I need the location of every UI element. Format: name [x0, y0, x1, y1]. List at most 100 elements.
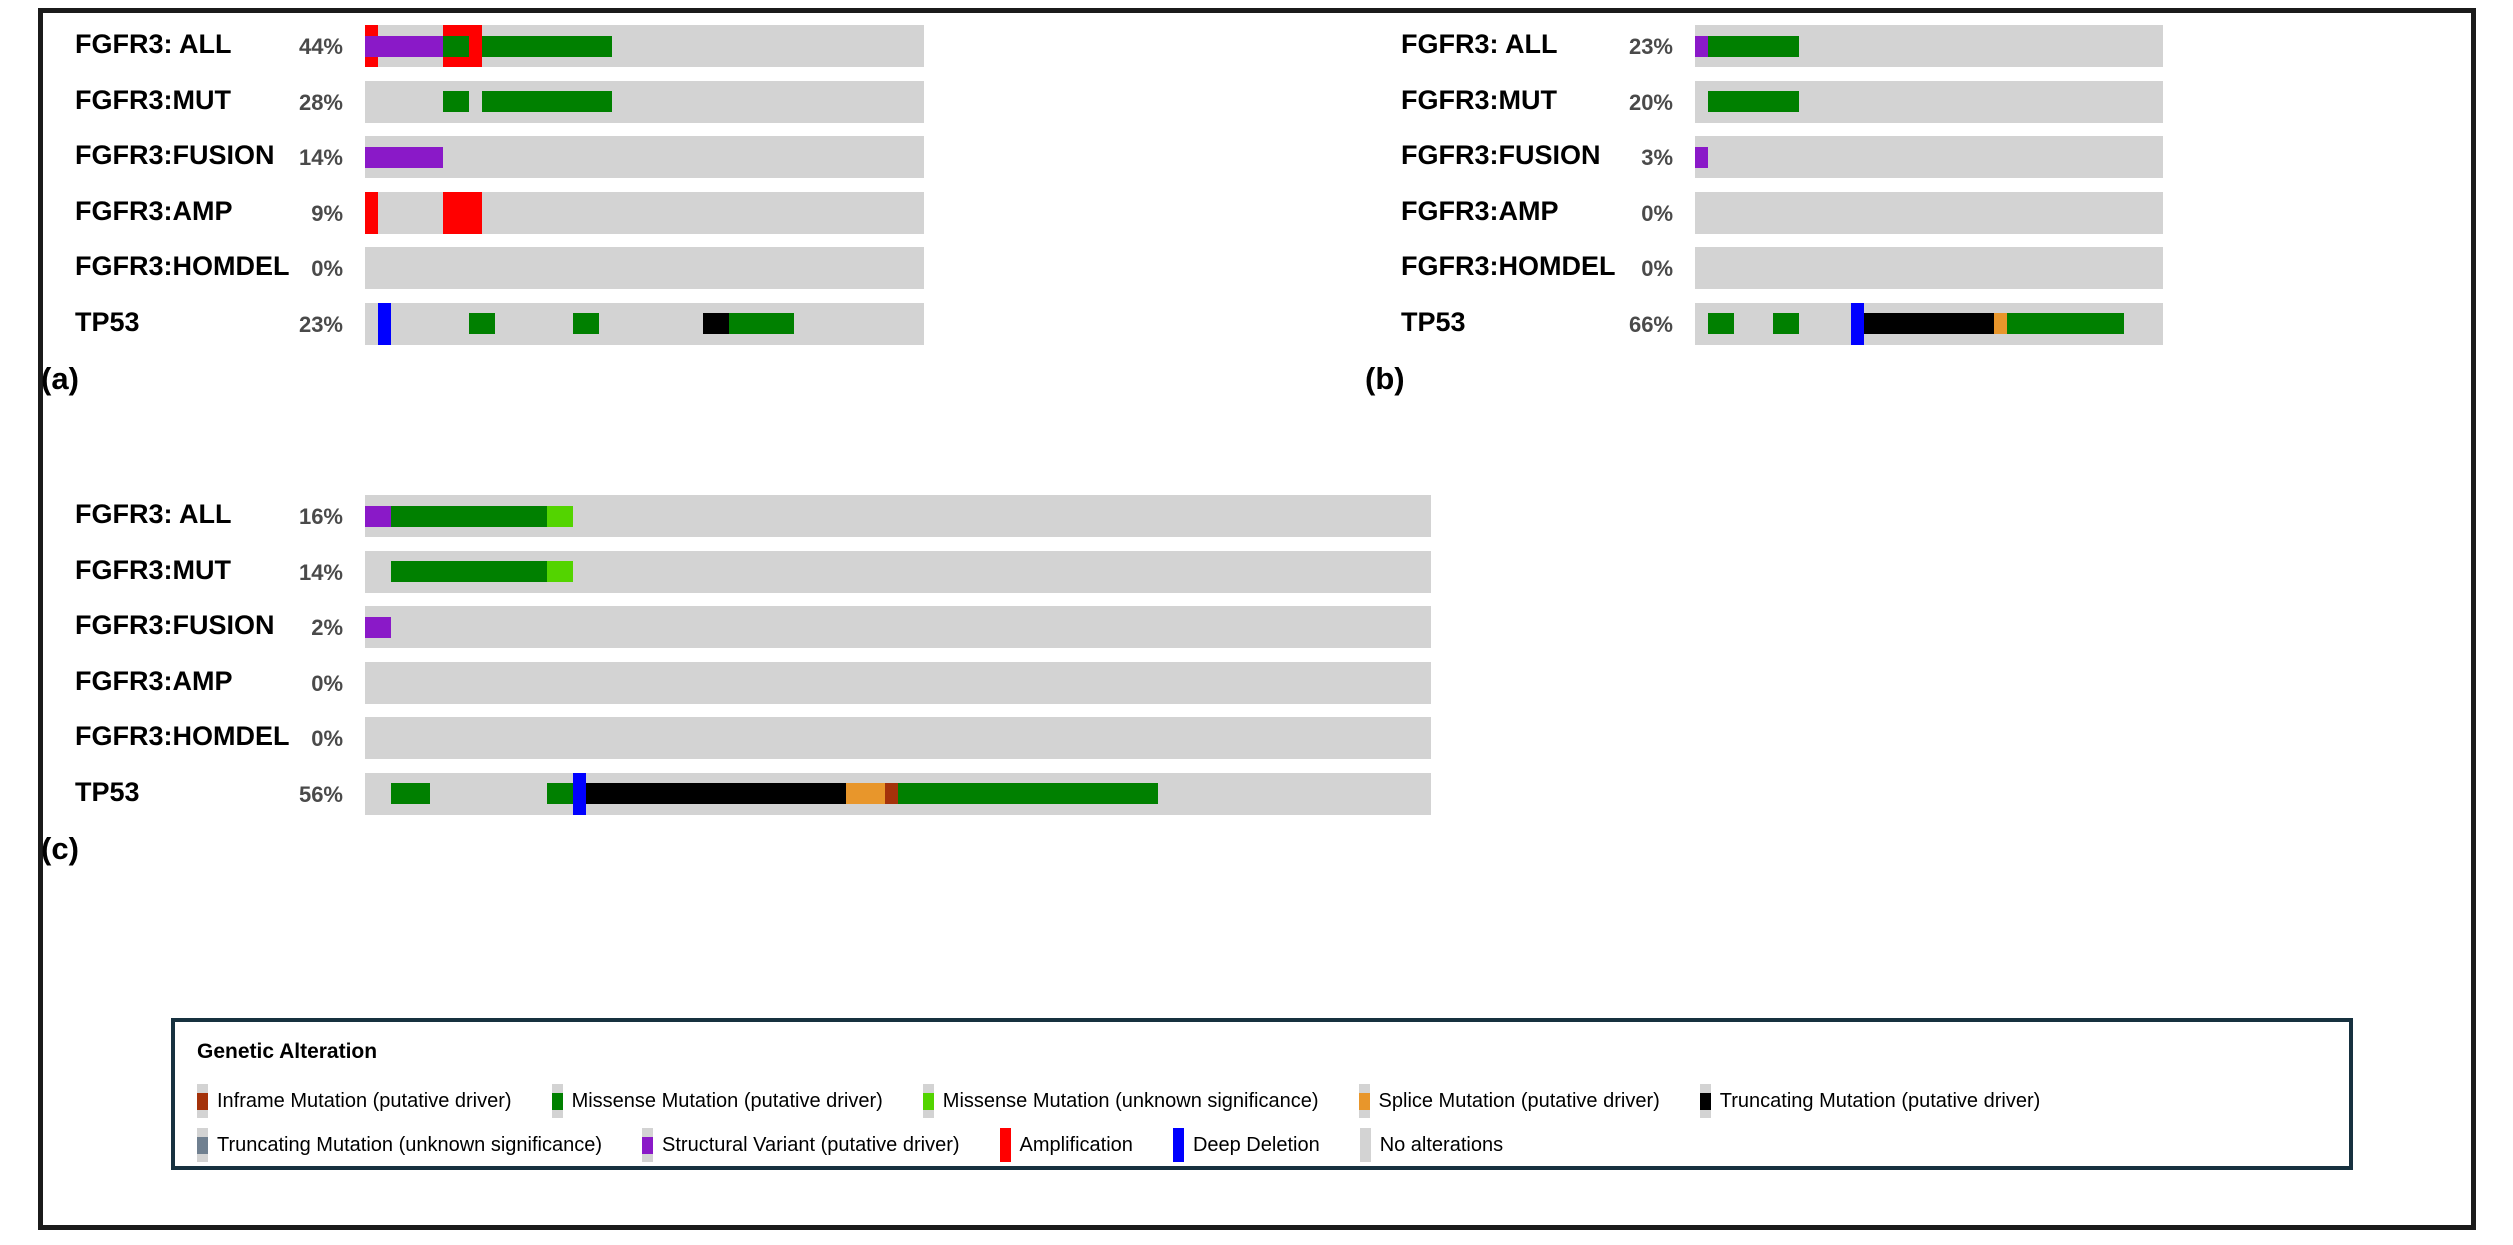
oncoprint-cell[interactable] [1418, 495, 1431, 537]
oncoprint-cell[interactable] [417, 247, 430, 289]
oncoprint-cell[interactable] [1864, 247, 1877, 289]
oncoprint-cell[interactable] [1249, 606, 1262, 648]
oncoprint-cell[interactable] [417, 302, 430, 345]
oncoprint-cell[interactable] [1955, 136, 1968, 178]
oncoprint-cell[interactable] [872, 717, 885, 759]
oncoprint-cell[interactable] [2020, 80, 2033, 123]
oncoprint-cell[interactable] [1353, 772, 1366, 815]
oncoprint-cell[interactable] [1994, 136, 2007, 178]
oncoprint-cell[interactable] [846, 717, 859, 759]
oncoprint-cell[interactable] [2007, 302, 2020, 345]
oncoprint-cell[interactable] [1028, 606, 1041, 648]
oncoprint-cell[interactable] [625, 191, 638, 234]
oncoprint-cell[interactable] [716, 136, 729, 178]
oncoprint-cell[interactable] [885, 550, 898, 593]
oncoprint-cell[interactable] [716, 191, 729, 234]
oncoprint-cell[interactable] [1015, 550, 1028, 593]
oncoprint-cell[interactable] [2098, 302, 2111, 345]
oncoprint-cell[interactable] [976, 772, 989, 815]
oncoprint-cell[interactable] [781, 717, 794, 759]
oncoprint-cell[interactable] [443, 191, 456, 234]
oncoprint-cell[interactable] [690, 717, 703, 759]
oncoprint-cell[interactable] [508, 495, 521, 537]
oncoprint-cell[interactable] [781, 495, 794, 537]
oncoprint-cell[interactable] [1132, 772, 1145, 815]
oncoprint-cell[interactable] [547, 495, 560, 537]
oncoprint-cell[interactable] [443, 661, 456, 704]
oncoprint-cell[interactable] [2007, 191, 2020, 234]
oncoprint-cell[interactable] [1851, 302, 1864, 345]
oncoprint-cell[interactable] [378, 717, 391, 759]
legend-item[interactable]: Truncating Mutation (putative driver) [1699, 1084, 2040, 1118]
oncoprint-cell[interactable] [794, 247, 807, 289]
oncoprint-cell[interactable] [1314, 661, 1327, 704]
oncoprint-cell[interactable] [1799, 191, 1812, 234]
oncoprint-cell[interactable] [898, 661, 911, 704]
oncoprint-cell[interactable] [742, 247, 755, 289]
oncoprint-cell[interactable] [794, 606, 807, 648]
oncoprint-cell[interactable] [521, 606, 534, 648]
oncoprint-cell[interactable] [2111, 136, 2124, 178]
oncoprint-cell[interactable] [716, 550, 729, 593]
oncoprint-cell[interactable] [469, 717, 482, 759]
oncoprint-cell[interactable] [820, 550, 833, 593]
oncoprint-cell[interactable] [755, 495, 768, 537]
oncoprint-cell[interactable] [1929, 136, 1942, 178]
oncoprint-cell[interactable] [703, 661, 716, 704]
oncoprint-cell[interactable] [846, 550, 859, 593]
oncoprint-cell[interactable] [1786, 80, 1799, 123]
oncoprint-cell[interactable] [508, 772, 521, 815]
oncoprint-cell[interactable] [638, 717, 651, 759]
oncoprint-cell[interactable] [1981, 136, 1994, 178]
oncoprint-cell[interactable] [755, 661, 768, 704]
oncoprint-cell[interactable] [599, 302, 612, 345]
oncoprint-cell[interactable] [2137, 191, 2150, 234]
oncoprint-cell[interactable] [1812, 25, 1825, 67]
oncoprint-cell[interactable] [820, 136, 833, 178]
oncoprint-cell[interactable] [820, 302, 833, 345]
oncoprint-cell[interactable] [2098, 136, 2111, 178]
oncoprint-cell[interactable] [898, 80, 911, 123]
oncoprint-cell[interactable] [638, 606, 651, 648]
oncoprint-cell[interactable] [911, 302, 924, 345]
oncoprint-cell[interactable] [1851, 191, 1864, 234]
oncoprint-cell[interactable] [2111, 247, 2124, 289]
oncoprint-cell[interactable] [456, 495, 469, 537]
oncoprint-cell[interactable] [1695, 191, 1708, 234]
oncoprint-cell[interactable] [469, 302, 482, 345]
oncoprint-cell[interactable] [417, 661, 430, 704]
oncoprint-cell[interactable] [1106, 717, 1119, 759]
oncoprint-cell[interactable] [1080, 495, 1093, 537]
oncoprint-cell[interactable] [2085, 247, 2098, 289]
oncoprint-cell[interactable] [638, 136, 651, 178]
oncoprint-cell[interactable] [1695, 302, 1708, 345]
oncoprint-cell[interactable] [1041, 717, 1054, 759]
oncoprint-cell[interactable] [1851, 247, 1864, 289]
oncoprint-cell[interactable] [1301, 550, 1314, 593]
oncoprint-cell[interactable] [1210, 550, 1223, 593]
oncoprint-cell[interactable] [846, 191, 859, 234]
oncoprint-cell[interactable] [547, 550, 560, 593]
oncoprint-cell[interactable] [1955, 247, 1968, 289]
oncoprint-cell[interactable] [1379, 717, 1392, 759]
oncoprint-cell[interactable] [1236, 495, 1249, 537]
oncoprint-cell[interactable] [404, 247, 417, 289]
oncoprint-cell[interactable] [885, 661, 898, 704]
oncoprint-cell[interactable] [2150, 247, 2163, 289]
oncoprint-cell[interactable] [560, 550, 573, 593]
oncoprint-cell[interactable] [404, 302, 417, 345]
oncoprint-cell[interactable] [794, 550, 807, 593]
oncoprint-cell[interactable] [443, 247, 456, 289]
oncoprint-cell[interactable] [1327, 606, 1340, 648]
oncoprint-cell[interactable] [625, 247, 638, 289]
oncoprint-cell[interactable] [807, 80, 820, 123]
oncoprint-cell[interactable] [677, 772, 690, 815]
oncoprint-cell[interactable] [1786, 136, 1799, 178]
oncoprint-cell[interactable] [1864, 302, 1877, 345]
oncoprint-cell[interactable] [1223, 606, 1236, 648]
oncoprint-cell[interactable] [664, 550, 677, 593]
oncoprint-cell[interactable] [2072, 302, 2085, 345]
oncoprint-cell[interactable] [729, 717, 742, 759]
oncoprint-cell[interactable] [716, 606, 729, 648]
oncoprint-cell[interactable] [430, 661, 443, 704]
